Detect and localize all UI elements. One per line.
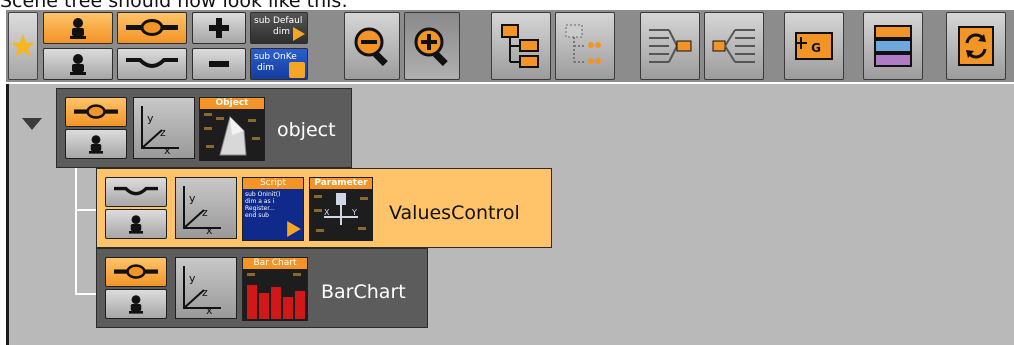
refresh-button[interactable] — [946, 12, 1006, 80]
bar-chart-plugin-title: Bar Chart — [243, 258, 307, 269]
svg-text:y: y — [189, 192, 196, 205]
onkey-script-button[interactable]: sub OnKe dim — [250, 48, 308, 80]
collapse-arrow-icon[interactable] — [22, 118, 42, 130]
sub-default-text: sub Defaul — [254, 16, 303, 26]
tree-expand-icon — [501, 24, 539, 68]
svg-text:x: x — [206, 224, 213, 237]
play-icon — [287, 221, 301, 237]
tree-node-object[interactable]: yzx Object object — [56, 88, 352, 168]
node-label-object: object — [277, 119, 336, 141]
sub-onkey-text: sub OnKe — [254, 52, 297, 62]
person-icon — [70, 54, 86, 75]
transform-plugin[interactable]: yzx — [175, 177, 237, 239]
tree-collapse-icon — [565, 24, 601, 64]
add-geometry-button[interactable]: G — [784, 12, 844, 80]
node-label-bar-chart: BarChart — [321, 281, 406, 303]
split-icon — [114, 186, 158, 196]
merge-icon — [649, 29, 692, 63]
svg-text:X: X — [324, 208, 330, 217]
sub-default-dim-text: dim — [273, 27, 290, 37]
add-button[interactable] — [192, 12, 246, 44]
minus-icon — [209, 61, 229, 67]
geometry-plus-icon: G — [795, 32, 833, 60]
person-icon — [129, 215, 143, 234]
merge-group-button[interactable] — [43, 48, 113, 80]
group-toggle[interactable] — [105, 209, 167, 239]
panel-border — [6, 84, 9, 345]
zoom-out-button[interactable] — [344, 12, 400, 80]
tree-line-branch-barchart — [75, 293, 97, 295]
script-plugin[interactable]: Script sub OnInit() dim a as i Register.… — [242, 177, 304, 241]
script-plugin-title: Script — [243, 178, 303, 189]
object-plugin[interactable]: Object — [199, 97, 265, 161]
remove-button[interactable] — [192, 48, 246, 80]
container-toggle[interactable] — [105, 257, 167, 287]
axis-icon: yzx — [183, 186, 221, 237]
person-icon — [70, 18, 86, 39]
person-icon — [89, 135, 103, 154]
svg-text:z: z — [202, 286, 208, 299]
container-toggle[interactable] — [65, 97, 127, 127]
add-container-button[interactable] — [117, 12, 187, 44]
svg-text:x: x — [206, 304, 213, 317]
axis-icon: yzx — [183, 266, 221, 317]
transform-plugin[interactable]: yzx — [133, 97, 195, 159]
collapse-tree-button[interactable] — [555, 12, 615, 80]
zoom-in-icon — [414, 27, 448, 67]
stop-icon — [289, 62, 305, 78]
plus-icon — [209, 18, 229, 38]
person-icon — [129, 295, 143, 314]
merge-container-button[interactable] — [117, 48, 187, 80]
zoom-in-button[interactable] — [404, 12, 460, 80]
container-icon — [74, 104, 118, 119]
tree-node-values-control[interactable]: yzx Script sub OnInit() dim a as i Regis… — [96, 168, 552, 248]
split-nodes-button[interactable] — [704, 12, 764, 80]
zoom-out-icon — [354, 27, 388, 67]
container-icon — [114, 264, 158, 279]
container-icon — [126, 19, 178, 36]
default-script-button[interactable]: sub Defaul dim — [250, 12, 308, 44]
svg-text:y: y — [147, 112, 154, 125]
bar-chart-plugin-icon — [243, 269, 307, 321]
container-toggle[interactable] — [105, 177, 167, 207]
sub-onkey-dim-text: dim — [257, 63, 274, 73]
svg-text:z: z — [160, 126, 166, 139]
layers-icon — [874, 25, 912, 67]
tree-node-bar-chart[interactable]: yzx Bar Chart BarChart — [96, 248, 428, 328]
expand-tree-button[interactable] — [491, 12, 551, 80]
split-icon — [126, 58, 178, 68]
add-group-button[interactable] — [43, 12, 113, 44]
svg-text:G: G — [811, 41, 821, 55]
group-toggle[interactable] — [105, 289, 167, 319]
svg-text:y: y — [189, 272, 196, 285]
svg-text:x: x — [164, 144, 171, 157]
parameter-plugin-icon: XY — [310, 189, 372, 241]
node-label-values-control: ValuesControl — [389, 202, 520, 224]
tree-line-vertical — [75, 168, 77, 295]
svg-text:z: z — [202, 206, 208, 219]
group-toggle[interactable] — [65, 129, 127, 159]
script-preview-text: sub OnInit() dim a as i Register... end … — [245, 191, 281, 219]
refresh-icon — [958, 26, 994, 66]
star-icon — [11, 34, 35, 57]
split-tree-icon — [712, 29, 755, 63]
transform-plugin[interactable]: yzx — [175, 257, 237, 319]
scene-tree-toolbar: sub Defaul dim sub OnKe dim G — [6, 10, 1014, 82]
svg-text:Y: Y — [351, 208, 357, 217]
tree-line-branch-values — [75, 209, 97, 211]
object-plugin-title: Object — [200, 98, 264, 109]
bar-chart-plugin[interactable]: Bar Chart — [242, 257, 308, 321]
favorites-button[interactable] — [8, 12, 38, 80]
object-plugin-icon — [200, 109, 264, 161]
axis-icon: yzx — [141, 106, 179, 157]
play-icon — [293, 27, 305, 41]
parameter-plugin[interactable]: Parameter XY — [309, 177, 373, 241]
parameter-plugin-title: Parameter — [310, 178, 372, 189]
merge-nodes-button[interactable] — [640, 12, 700, 80]
layers-button[interactable] — [863, 12, 923, 80]
